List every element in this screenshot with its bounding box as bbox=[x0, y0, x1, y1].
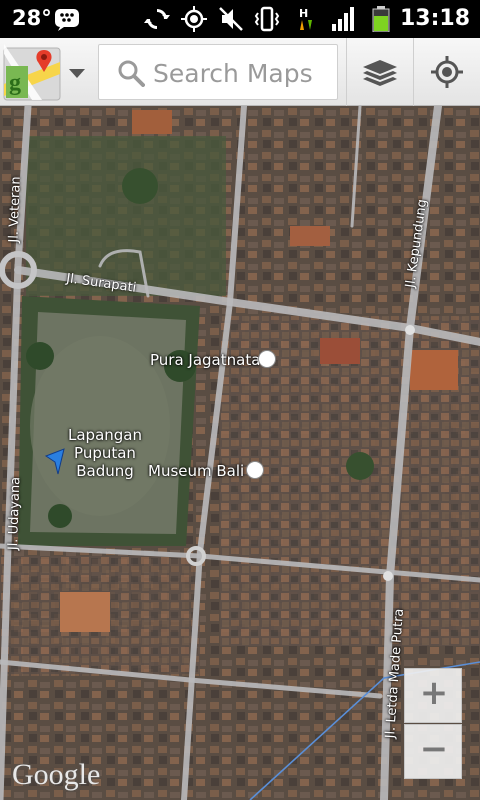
temple-icon[interactable] bbox=[258, 350, 276, 368]
clock-text: 13:18 bbox=[399, 6, 470, 31]
search-placeholder: Search Maps bbox=[153, 59, 313, 88]
poi-line: Puputan bbox=[74, 444, 136, 462]
road-label-veteran: Jl. Veteran bbox=[6, 176, 24, 243]
svg-text:g: g bbox=[9, 70, 21, 96]
svg-text:H: H bbox=[299, 7, 308, 20]
sync-icon bbox=[144, 9, 170, 29]
search-icon bbox=[118, 60, 145, 87]
poi-line: Lapangan bbox=[68, 426, 142, 444]
layers-icon bbox=[363, 60, 397, 86]
chevron-down-icon bbox=[69, 69, 85, 78]
poi-label-museum-bali[interactable]: Museum Bali bbox=[148, 462, 244, 480]
gps-icon bbox=[181, 6, 207, 32]
hsdpa-data-icon: H bbox=[299, 7, 312, 30]
zoom-in-label: + bbox=[419, 673, 449, 713]
action-bar: g Search Maps bbox=[0, 38, 480, 106]
my-location-icon bbox=[431, 56, 463, 88]
blackberry-messenger-icon bbox=[55, 9, 79, 31]
my-location-button[interactable] bbox=[414, 38, 480, 106]
museum-icon[interactable] bbox=[246, 461, 264, 479]
poi-line: Badung bbox=[76, 462, 134, 480]
vibrate-icon bbox=[254, 6, 280, 32]
map-view[interactable]: Jl. Veteran Jl. Surapati Jl. Kepundung J… bbox=[0, 106, 480, 800]
battery-icon bbox=[372, 6, 390, 32]
road-label-udayana: Jl. Udayana bbox=[5, 476, 24, 551]
poi-label-lapangan-puputan-badung[interactable]: Lapangan Puputan Badung bbox=[68, 426, 142, 480]
maps-menu-button[interactable]: g bbox=[2, 44, 92, 102]
search-input[interactable]: Search Maps bbox=[98, 44, 338, 100]
google-attribution: Google bbox=[12, 758, 101, 791]
signal-icon bbox=[332, 7, 354, 31]
zoom-out-button[interactable]: − bbox=[404, 724, 462, 779]
temperature-text: 28° bbox=[12, 6, 52, 30]
layers-button[interactable] bbox=[347, 38, 413, 106]
status-bar: 28° H 13:18 bbox=[0, 0, 480, 38]
poi-label-pura-jagatnata[interactable]: Pura Jagatnata bbox=[150, 351, 260, 369]
zoom-in-button[interactable]: + bbox=[404, 668, 462, 723]
zoom-out-label: − bbox=[419, 729, 449, 769]
mute-icon bbox=[219, 7, 243, 31]
